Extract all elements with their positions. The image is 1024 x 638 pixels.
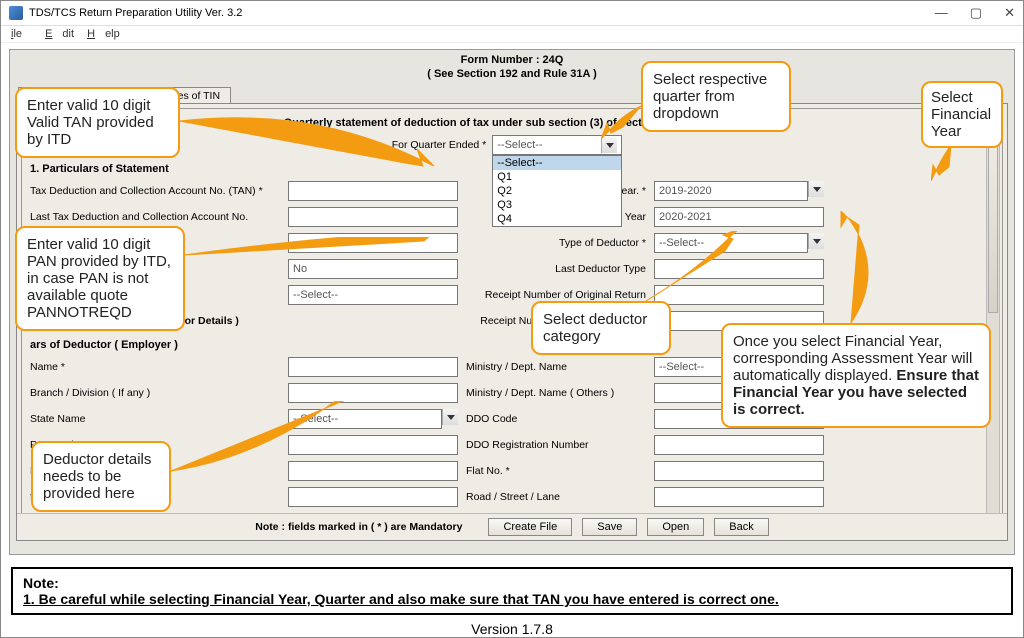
menu-edit[interactable]: Edit [45,28,74,40]
chevron-down-icon[interactable] [808,233,824,249]
chevron-down-icon[interactable] [442,409,458,425]
save-button[interactable]: Save [582,518,637,536]
callout-arrow-icon [179,111,439,171]
form-section: ( See Section 192 and Rule 31A ) [10,68,1014,86]
flat-label: Flat No. * [466,465,646,477]
menu-file[interactable]: ile [11,28,32,40]
ministry-other-label: Ministry / Dept. Name ( Others ) [466,387,646,399]
tan-input[interactable] [288,181,458,201]
ay-input [654,207,824,227]
callout-deductor: Deductor details needs to be provided he… [31,441,171,512]
ddo-reg-label: DDO Registration Number [466,439,646,451]
type-label: Type of Deductor * [466,237,646,249]
version-label: Version 1.7.8 [1,617,1023,638]
back-button[interactable]: Back [714,518,768,536]
callout-arrow-icon [641,231,741,306]
quarter-option[interactable]: --Select-- [493,156,621,170]
tan-label: Tax Deduction and Collection Account No.… [30,185,280,197]
callout-fy: Select Financial Year [921,81,1003,148]
menu-help[interactable]: Help [87,28,120,40]
callout-arrow-icon [171,401,381,481]
window-title: TDS/TCS Return Preparation Utility Ver. … [29,7,242,19]
callout-tan: Enter valid 10 digit Valid TAN provided … [15,87,180,158]
road-input[interactable] [654,487,824,507]
callout-type: Select deductor category [531,301,671,355]
quarter-selected: --Select-- [497,139,542,151]
ministry-label: Ministry / Dept. Name [466,361,646,373]
form-number: Form Number : 24Q [10,50,1014,68]
quarter-option-list[interactable]: --Select-- Q1 Q2 Q3 Q4 [492,155,622,227]
minimize-button[interactable]: — [935,5,948,21]
receipt-orig-label: Receipt Number of Original Return [466,289,646,301]
ddo-code-label: DDO Code [466,413,646,425]
last-type-label: Last Deductor Type [466,263,646,275]
road-label: Road / Street / Lane [466,491,646,503]
app-icon [9,6,23,20]
quarter-option[interactable]: Q1 [493,170,621,184]
disabled-select [288,285,458,305]
fy-select[interactable] [654,181,808,201]
branch-label: Branch / Division ( If any ) [30,387,280,399]
footer-note: Note: 1. Be careful while selecting Fina… [11,567,1013,615]
callout-arrow-icon [831,211,901,326]
quarter-option[interactable]: Q3 [493,198,621,212]
bottom-toolbar: Note : fields marked in ( * ) are Mandat… [17,513,1007,540]
callout-ay: Once you select Financial Year, correspo… [721,323,991,428]
branch-input[interactable] [288,383,458,403]
chevron-down-icon[interactable] [808,181,824,197]
open-button[interactable]: Open [647,518,704,536]
maximize-button[interactable]: ▢ [970,5,982,21]
callout-quarter: Select respective quarter from dropdown [641,61,791,132]
create-file-button[interactable]: Create File [488,518,572,536]
name-input[interactable] [288,357,458,377]
premises-input[interactable] [288,487,458,507]
name-label: Name * [30,361,280,373]
ddo-reg-input [654,435,824,455]
titlebar: TDS/TCS Return Preparation Utility Ver. … [1,1,1023,26]
vertical-scrollbar[interactable] [986,111,1000,533]
footer-note-title: Note: [23,575,1001,591]
quarter-option[interactable]: Q4 [493,212,621,226]
flat-input[interactable] [654,461,824,481]
last-tan-label: Last Tax Deduction and Collection Accoun… [30,211,280,223]
footer-note-body: 1. Be careful while selecting Financial … [23,591,1001,607]
quarter-option[interactable]: Q2 [493,184,621,198]
last-tan-input [288,207,458,227]
menubar: ile Edit Help [1,26,1023,43]
close-button[interactable]: ✕ [1004,5,1015,21]
callout-arrow-icon [931,145,971,181]
mandatory-note: Note : fields marked in ( * ) are Mandat… [255,521,462,533]
callout-pan: Enter valid 10 digit PAN provided by ITD… [15,226,185,331]
callout-arrow-icon [184,237,444,277]
